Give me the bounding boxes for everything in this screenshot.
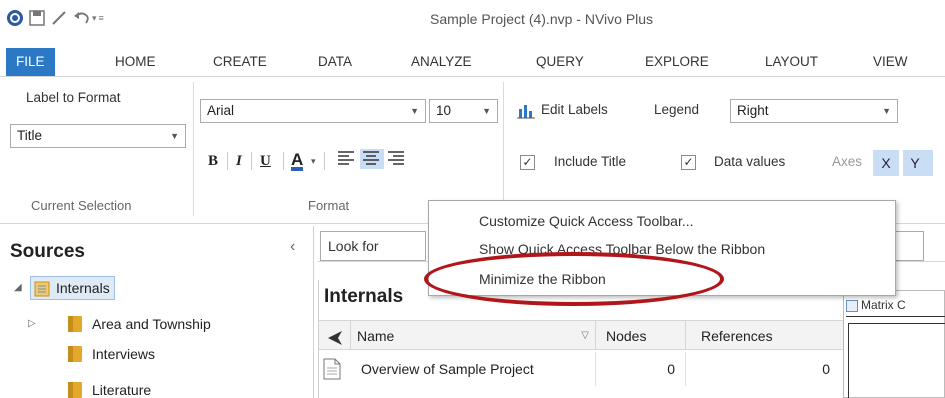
label-to-format-label: Label to Format [26, 90, 121, 105]
menu-item-customize-qat[interactable]: Customize Quick Access Toolbar... [479, 208, 694, 234]
title-bar: ▾ ≡ Sample Project (4).nvp - NVivo Plus [0, 0, 945, 40]
column-header-nodes[interactable]: Nodes [596, 320, 686, 350]
tab-create[interactable]: CREATE [213, 48, 267, 76]
font-size-value: 10 [436, 103, 452, 118]
tree-item-label: Area and Township [92, 316, 211, 332]
look-for-input[interactable]: Look for [320, 231, 426, 261]
tab-view[interactable]: VIEW [873, 48, 908, 76]
edit-labels-icon[interactable] [517, 101, 535, 119]
data-values-checkbox[interactable]: ✓ [681, 155, 696, 170]
font-name-select[interactable]: Arial ▼ [200, 99, 426, 123]
divider [324, 152, 325, 170]
edit-icon[interactable] [50, 9, 68, 27]
current-selection-group-label: Current Selection [31, 198, 132, 213]
align-left-icon[interactable] [336, 149, 360, 169]
chevron-down-icon: ▼ [170, 131, 179, 141]
bold-button[interactable]: B [208, 151, 218, 171]
sort-indicator-icon: ▽ [581, 330, 589, 341]
column-header-references[interactable]: References [686, 320, 843, 350]
undo-icon[interactable] [72, 9, 90, 27]
font-name-value: Arial [207, 103, 235, 118]
underline-button[interactable]: U [260, 151, 271, 171]
folder-icon [68, 316, 82, 332]
italic-button[interactable]: I [236, 151, 242, 171]
align-right-icon[interactable] [386, 149, 410, 169]
group-divider [193, 82, 194, 216]
selected-item-highlight: Internals [30, 276, 115, 300]
group-divider [503, 82, 504, 216]
sources-title: Sources [10, 241, 85, 262]
chevron-down-icon: ▼ [410, 106, 419, 116]
edit-labels-button[interactable]: Edit Labels [541, 102, 608, 117]
axis-x-button[interactable]: X [873, 150, 899, 176]
matrix-icon [846, 299, 858, 312]
tab-layout[interactable]: LAYOUT [765, 48, 818, 76]
qat-context-menu: Customize Quick Access Toolbar... Show Q… [428, 200, 896, 296]
menu-item-show-qat-below[interactable]: Show Quick Access Toolbar Below the Ribb… [479, 236, 765, 262]
collapsed-triangle-icon[interactable]: ▷ [28, 312, 44, 336]
detail-view-pane: Matrix C [843, 290, 945, 398]
axis-y-button[interactable]: Y [903, 150, 933, 176]
tab-file[interactable]: FILE [6, 48, 55, 76]
divider [251, 152, 252, 170]
font-color-dropdown-icon[interactable]: ▾ [311, 151, 316, 171]
tab-data[interactable]: DATA [318, 48, 352, 76]
font-color-button[interactable]: A [291, 151, 304, 171]
sources-navigation-pane: Sources ‹ ◢ Internals ▷ Area and Townshi… [0, 226, 314, 398]
matrix-tab[interactable]: Matrix C [846, 293, 945, 317]
menu-item-minimize-ribbon[interactable]: Minimize the Ribbon [479, 266, 606, 292]
document-icon [323, 352, 351, 386]
align-center-icon[interactable] [360, 149, 384, 169]
chevron-down-icon: ▼ [882, 106, 891, 116]
label-to-format-value: Title [17, 128, 43, 143]
expanded-triangle-icon[interactable]: ◢ [14, 276, 30, 300]
tree-item-area-and-township[interactable]: ▷ Area and Township [28, 312, 211, 336]
list-title: Internals [324, 286, 404, 307]
label-to-format-select[interactable]: Title ▼ [10, 124, 186, 148]
folder-icon [68, 346, 82, 362]
row-name: Overview of Sample Project [361, 352, 596, 386]
undo-dropdown-icon[interactable]: ▾ [92, 13, 97, 24]
window-title: Sample Project (4).nvp - NVivo Plus [430, 11, 654, 27]
tab-analyze[interactable]: ANALYZE [411, 48, 472, 76]
folder-icon [68, 382, 82, 398]
column-header-icon[interactable] [319, 320, 351, 350]
chevron-down-icon: ▼ [482, 106, 491, 116]
internals-list-view: Internals Name ▽ Nodes References Overvi… [318, 280, 843, 398]
quick-access-toolbar: ▾ ≡ [6, 6, 104, 30]
matrix-content-area [848, 323, 945, 398]
column-header-name[interactable]: Name ▽ [351, 320, 596, 350]
tree-item-label: Internals [56, 280, 110, 296]
font-size-select[interactable]: 10 ▼ [429, 99, 498, 123]
tree-item-label: Interviews [92, 346, 156, 362]
customize-qat-icon[interactable]: ≡ [99, 13, 104, 23]
legend-label: Legend [654, 102, 700, 117]
tab-explore[interactable]: EXPLORE [645, 48, 709, 76]
include-title-checkbox[interactable]: ✓ [520, 155, 535, 170]
internals-folder-icon [34, 280, 50, 297]
tree-item-literature[interactable]: Literature [68, 378, 151, 398]
tab-query[interactable]: QUERY [536, 48, 584, 76]
format-group-label: Format [308, 198, 350, 213]
data-values-label: Data values [714, 154, 786, 169]
divider [227, 152, 228, 170]
legend-position-select[interactable]: Right ▼ [730, 99, 898, 123]
legend-position-value: Right [737, 103, 769, 118]
ribbon-tabs: FILE HOME CREATE DATA ANALYZE QUERY EXPL… [0, 48, 945, 76]
tree-item-label: Literature [92, 382, 152, 398]
include-title-label: Include Title [554, 154, 627, 169]
row-references: 0 [822, 361, 830, 377]
divider [283, 152, 284, 170]
tree-item-interviews[interactable]: Interviews [68, 342, 155, 366]
row-nodes: 0 [596, 352, 686, 386]
axes-label: Axes [832, 154, 863, 169]
collapse-pane-icon[interactable]: ‹ [290, 238, 295, 256]
tab-home[interactable]: HOME [115, 48, 156, 76]
save-icon[interactable] [28, 9, 46, 27]
nvivo-logo-icon[interactable] [6, 9, 24, 27]
tree-item-internals[interactable]: ◢ Internals [14, 276, 115, 300]
